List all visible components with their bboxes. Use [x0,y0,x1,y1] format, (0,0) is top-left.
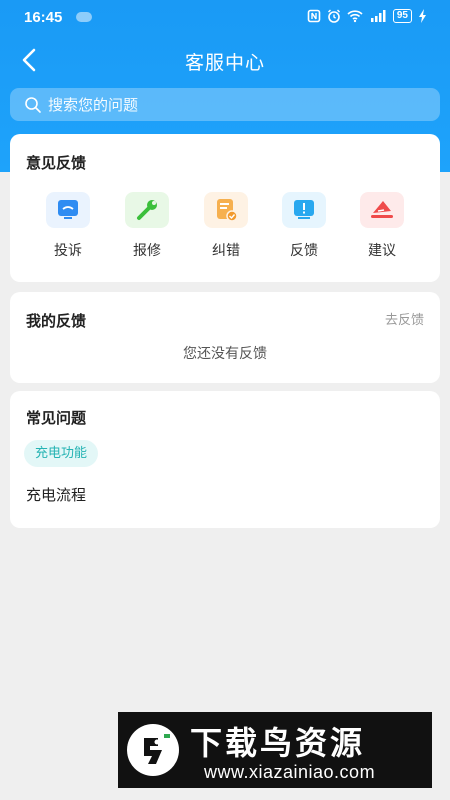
signal-icon [370,10,386,22]
faq-item[interactable]: 充电流程 [26,484,86,505]
wifi-icon [347,10,363,23]
battery-level: 95 [392,9,412,23]
bird-logo-icon [127,724,179,776]
my-feedback-title: 我的反馈 [26,312,87,330]
search-bar[interactable] [10,88,440,121]
shortcut-repair[interactable]: 报修 [117,192,177,260]
nfc-icon [307,9,321,23]
status-icons: 95 [307,9,428,23]
shortcut-label: 报修 [133,243,161,259]
correction-icon [204,192,248,228]
status-time: 16:45 [24,9,63,26]
go-feedback-link[interactable]: 去反馈 [385,309,424,328]
feedback-shortcuts: 投诉 报修 纠错 反馈 建议 [10,192,440,272]
search-icon [25,96,41,113]
status-indicator-icon [76,12,92,22]
feedback-card: 意见反馈 投诉 报修 纠错 反馈 建议 [10,134,440,282]
page-title: 客服中心 [184,52,265,74]
watermark: 下载鸟资源 www.xiazainiao.com [118,712,432,788]
my-feedback-card: 我的反馈 去反馈 您还没有反馈 [10,292,440,383]
alarm-icon [327,9,340,23]
shortcut-feedback[interactable]: 反馈 [274,192,334,260]
wrench-icon [125,192,169,228]
feedback-icon [282,192,326,228]
shortcut-complaint[interactable]: 投诉 [38,192,98,260]
empty-state-text: 您还没有反馈 [183,346,267,362]
charging-icon [419,9,426,23]
faq-title: 常见问题 [26,409,87,427]
shortcut-label: 投诉 [54,243,82,259]
shortcut-label: 纠错 [212,243,240,259]
shortcut-correction[interactable]: 纠错 [196,192,256,260]
faq-category-tag[interactable]: 充电功能 [24,440,99,467]
watermark-url: www.xiazainiao.com [204,762,376,782]
shortcut-label: 反馈 [290,243,318,259]
complaint-icon [46,192,90,228]
shortcut-label: 建议 [368,243,396,259]
faq-card: 常见问题 充电功能 充电流程 [10,391,440,528]
feedback-title: 意见反馈 [26,154,87,172]
suggestion-icon [360,192,404,228]
status-bar: 16:45 95 [0,0,450,36]
watermark-title: 下载鸟资源 [190,724,366,762]
search-input[interactable] [48,95,408,114]
shortcut-suggestion[interactable]: 建议 [352,192,412,260]
